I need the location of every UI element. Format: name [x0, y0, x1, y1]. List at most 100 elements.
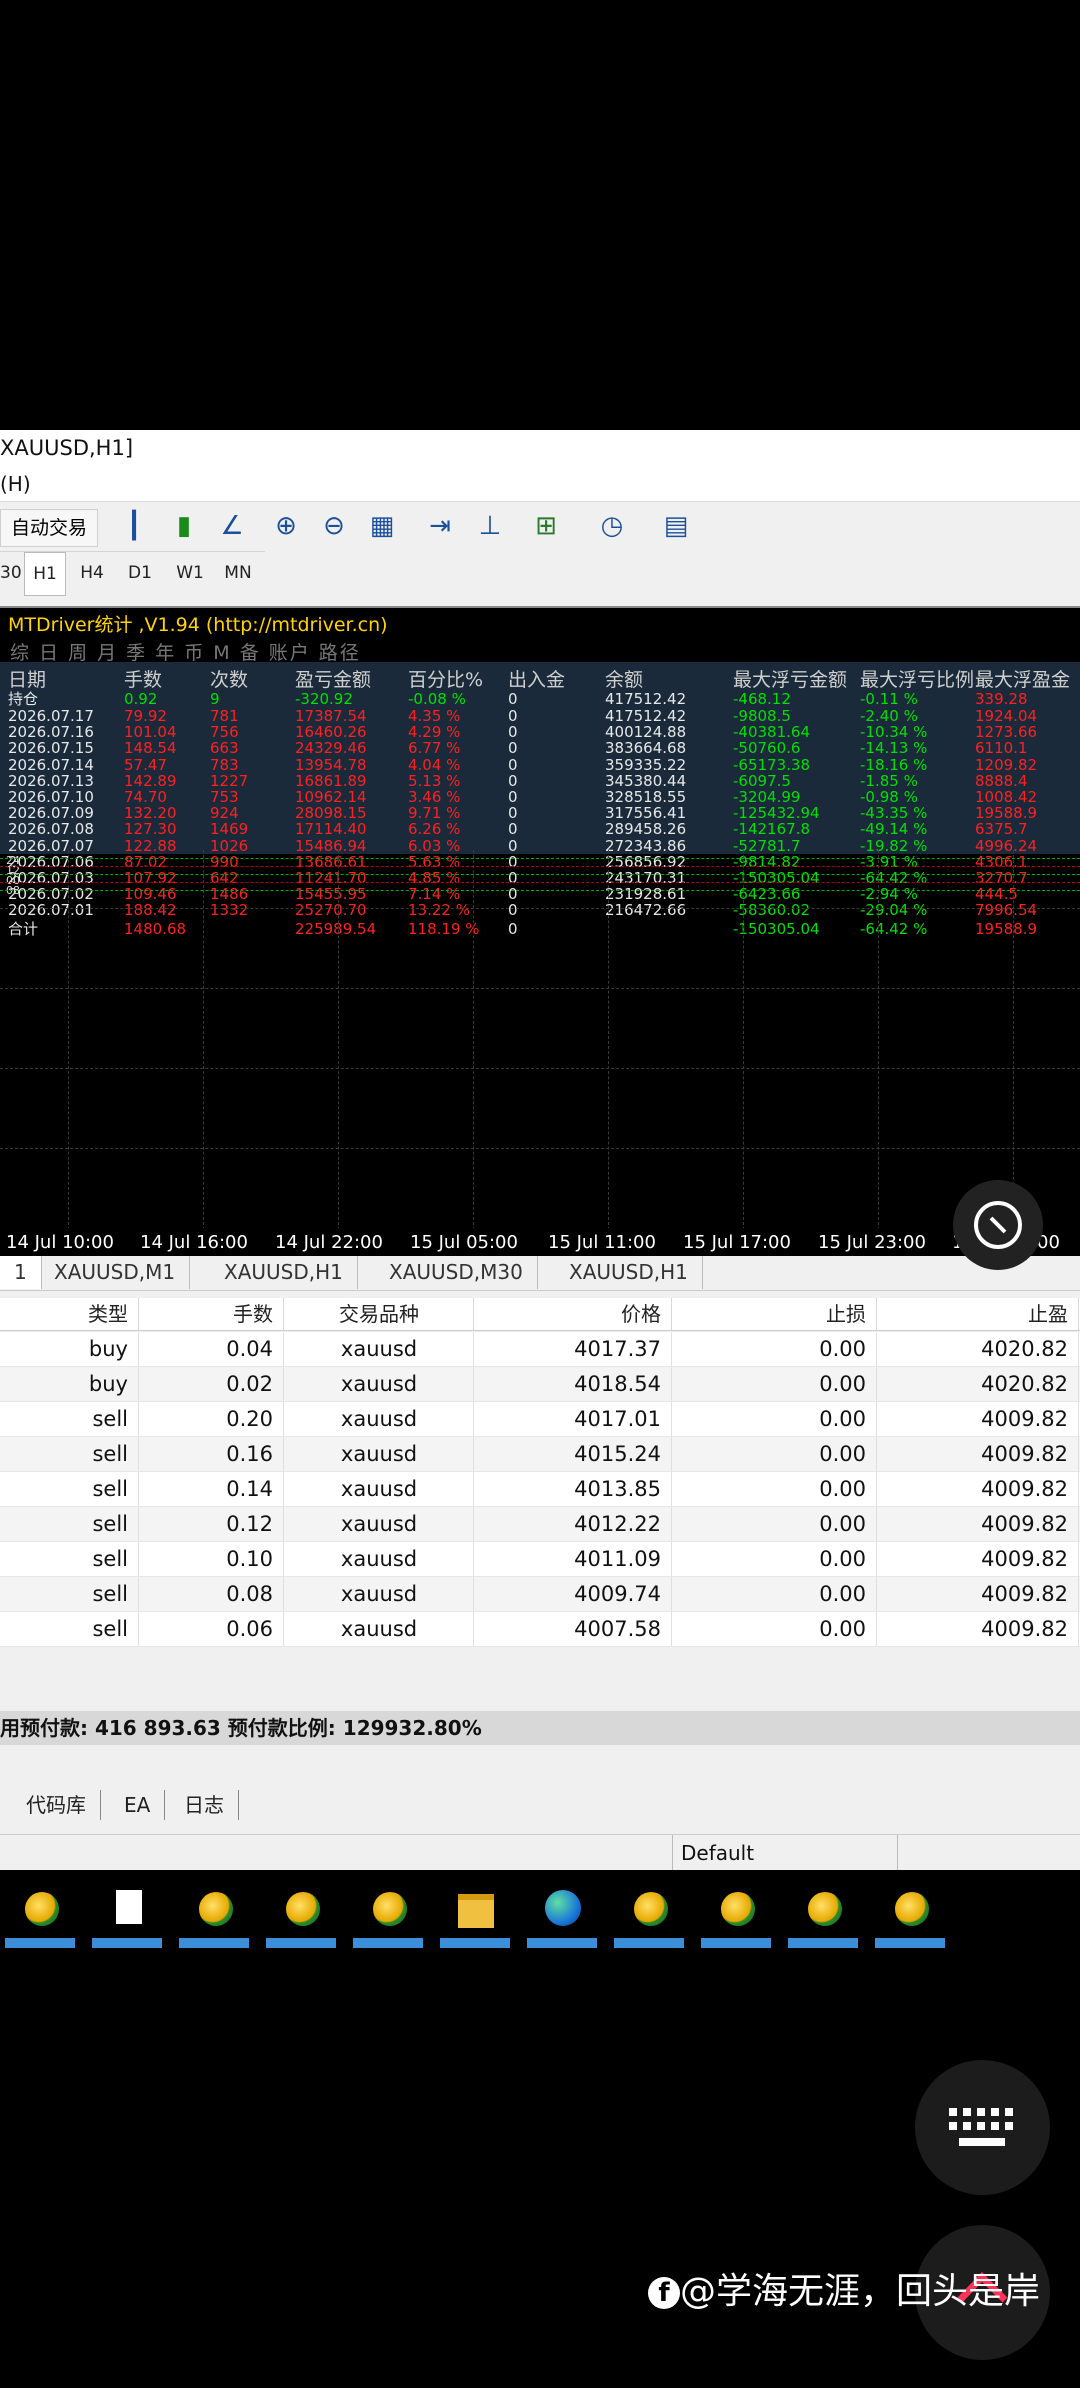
stats-row: 2026.07.13 142.89 1227 16861.89 5.13 % 0 34538… [0, 771, 1080, 790]
order-row[interactable]: sell 0.10 xauusd 4011.09 0.00 4009.82 [0, 1542, 1080, 1577]
taskbar-app[interactable] [92, 1878, 162, 1948]
orders-header-cell[interactable]: 止损 [673, 1298, 877, 1330]
stats-cell: 6110.1 [975, 739, 1028, 758]
chart-shift-icon[interactable]: ⊥ [474, 510, 506, 542]
candlestick-icon[interactable]: ▮ [168, 510, 200, 542]
zoom-out-icon[interactable]: ⊖ [318, 510, 350, 542]
tf-w1[interactable]: W1 [168, 552, 212, 594]
terminal-tab[interactable]: 代码库 [12, 1790, 101, 1820]
stats-cell: 339.28 [975, 690, 1028, 708]
order-cell-lots: 0.20 [140, 1402, 284, 1436]
stats-cell: 417512.42 [605, 707, 687, 725]
stats-cell: 756 [210, 723, 239, 742]
orders-header-cell[interactable]: 类型 [0, 1298, 139, 1330]
orders-header-cell[interactable]: 止盈 [878, 1298, 1079, 1330]
periods-icon[interactable]: ◷ [596, 510, 628, 542]
order-cell-symbol: xauusd [285, 1577, 474, 1611]
orders-header-cell[interactable]: 交易品种 [285, 1298, 474, 1330]
stats-cell: 0 [508, 901, 518, 920]
stats-cell: -1.85 % [860, 771, 918, 790]
chart-tab[interactable]: XAUUSD,H1 [555, 1256, 703, 1289]
stats-cell: -2.40 % [860, 707, 918, 725]
stats-cell: 持仓 [8, 690, 39, 708]
taskbar-app[interactable] [179, 1878, 249, 1948]
stats-cell: 1332 [210, 901, 249, 920]
taskbar-app[interactable] [614, 1878, 684, 1948]
orders-header-cell[interactable]: 价格 [473, 1298, 672, 1330]
menu-help[interactable]: (H) [0, 472, 31, 496]
order-row[interactable]: sell 0.14 xauusd 4013.85 0.00 4009.82 [0, 1472, 1080, 1507]
stats-cell: 合计 [8, 919, 39, 938]
order-cell-sl: 0.00 [673, 1612, 877, 1646]
active-indicator [92, 1938, 162, 1948]
stats-cell: 5.13 % [408, 771, 461, 790]
order-row[interactable]: sell 0.06 xauusd 4007.58 0.00 4009.82 [0, 1612, 1080, 1647]
order-row[interactable]: sell 0.08 xauusd 4009.74 0.00 4009.82 [0, 1577, 1080, 1612]
stats-row: 持仓 0.92 9 -320.92 -0.08 % 0 417512.42 -468.12 -0… [0, 692, 1080, 707]
order-cell-symbol: xauusd [285, 1542, 474, 1576]
order-row[interactable]: sell 0.20 xauusd 4017.01 0.00 4009.82 [0, 1402, 1080, 1437]
stats-cell: 6.26 % [408, 820, 461, 839]
taskbar-app[interactable] [440, 1878, 510, 1948]
tf-mn[interactable]: MN [216, 552, 260, 594]
stats-cell: 781 [210, 707, 239, 725]
line-chart-icon[interactable]: ∠ [216, 510, 248, 542]
order-row[interactable]: sell 0.16 xauusd 4015.24 0.00 4009.82 [0, 1437, 1080, 1472]
taskbar-app[interactable] [353, 1878, 423, 1948]
taskbar-app[interactable] [788, 1878, 858, 1948]
autotrade-button[interactable]: 自动交易 [0, 509, 98, 547]
taskbar-app[interactable] [875, 1878, 945, 1948]
indicator-tabs[interactable]: 综 日 周 月 季 年 币 M 备 账户 路径 [10, 638, 361, 665]
order-level-line [0, 858, 1080, 859]
menu-bar[interactable]: (H) [0, 467, 1080, 501]
order-row[interactable]: sell 0.12 xauusd 4012.22 0.00 4009.82 [0, 1507, 1080, 1542]
orders-header-cell[interactable]: 手数 [140, 1298, 284, 1330]
indicators-icon[interactable]: ⊞ [530, 510, 562, 542]
stats-cell: 345380.44 [605, 771, 687, 790]
chart-tab[interactable]: XAUUSD,M1 [40, 1256, 191, 1289]
chart-tab[interactable]: XAUUSD,M30 [375, 1256, 538, 1289]
stats-header-cell: 盈亏金额 [295, 669, 372, 691]
order-cell-symbol: xauusd [285, 1437, 474, 1471]
zoom-in-icon[interactable]: ⊕ [270, 510, 302, 542]
bar-chart-icon[interactable]: ┃ [118, 510, 150, 542]
order-cell-tp: 4009.82 [878, 1507, 1079, 1541]
tf-h4[interactable]: H4 [72, 552, 112, 594]
stats-header-cell: 百分比% [408, 669, 484, 691]
stats-cell: -142167.8 [733, 820, 810, 839]
stats-cell: -64.42 % [860, 919, 928, 938]
stats-header-cell: 出入金 [508, 669, 566, 691]
order-cell-tp: 4009.82 [878, 1612, 1079, 1646]
stats-cell: 24329.46 [295, 739, 367, 758]
taskbar-app[interactable] [5, 1878, 75, 1948]
tf-m30[interactable]: 30 [0, 552, 22, 594]
terminal-tab[interactable]: EA [110, 1790, 166, 1820]
stats-cell: 7996.54 [975, 901, 1038, 920]
stats-cell: 1469 [210, 820, 249, 839]
stats-cell: 400124.88 [605, 723, 687, 742]
grid-line [743, 850, 744, 1230]
tf-d1[interactable]: D1 [120, 552, 160, 594]
chart-area[interactable]: MTDriver统计 ,V1.94 (http://mtdriver.cn) 综… [0, 606, 1080, 1230]
stats-cell: 663 [210, 739, 239, 758]
autoscroll-icon[interactable]: ⇥ [424, 510, 456, 542]
order-row[interactable]: buy 0.02 xauusd 4018.54 0.00 4020.82 [0, 1367, 1080, 1402]
order-cell-tp: 4020.82 [878, 1332, 1079, 1366]
keyboard-button[interactable] [915, 2060, 1050, 2195]
terminal-tab[interactable]: 日志 [170, 1790, 239, 1820]
taskbar-app[interactable] [266, 1878, 336, 1948]
chart-tab[interactable]: 1 [0, 1256, 42, 1289]
stats-cell: 188.42 [124, 901, 177, 920]
stats-cell: 0 [508, 804, 518, 823]
stats-header-cell: 最大浮盈金 [975, 669, 1071, 691]
grid-line [338, 850, 339, 1230]
stats-cell: 13.22 % [408, 901, 470, 920]
tile-windows-icon[interactable]: ▦ [366, 510, 398, 542]
order-row[interactable]: buy 0.04 xauusd 4017.37 0.00 4020.82 [0, 1332, 1080, 1367]
chart-tab[interactable]: XAUUSD,H1 [210, 1256, 358, 1289]
templates-icon[interactable]: ▤ [660, 510, 692, 542]
tf-h1[interactable]: H1 [24, 552, 66, 596]
taskbar-app[interactable] [527, 1878, 597, 1948]
taskbar-app[interactable] [701, 1878, 771, 1948]
floating-clock-button[interactable] [953, 1180, 1043, 1270]
